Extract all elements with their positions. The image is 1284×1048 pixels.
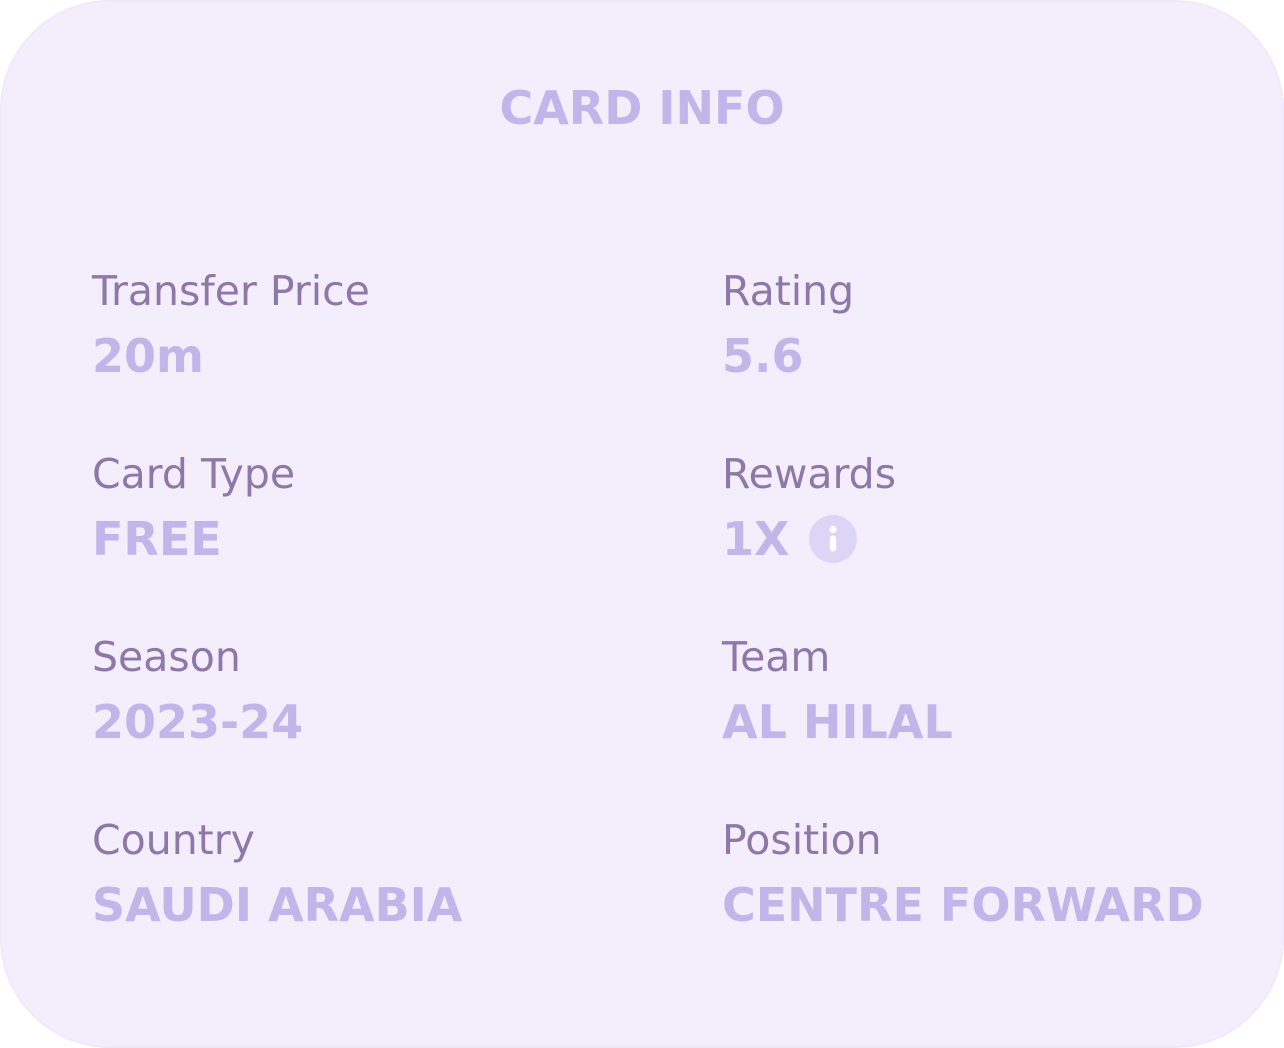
transfer-price-field: Transfer Price 20m (92, 266, 652, 384)
card-title: CARD INFO (499, 81, 785, 135)
rating-field: Rating 5.6 (722, 266, 1282, 384)
country-label: Country (92, 816, 255, 864)
position-value: CENTRE FORWARD (722, 877, 1282, 933)
season-value: 2023-24 (92, 694, 652, 750)
rewards-value-text: 1X (722, 512, 790, 566)
season-value-text: 2023-24 (92, 695, 304, 749)
country-field: Country SAUDI ARABIA (92, 815, 652, 933)
rating-value-text: 5.6 (722, 329, 804, 383)
rating-value: 5.6 (722, 328, 1282, 384)
rewards-label: Rewards (722, 450, 897, 498)
country-value: SAUDI ARABIA (92, 877, 652, 933)
transfer-price-label: Transfer Price (92, 267, 370, 315)
info-icon[interactable] (809, 515, 858, 563)
card-type-field: Card Type FREE (92, 449, 652, 567)
team-value: AL HILAL (722, 694, 1282, 750)
card-type-value-text: FREE (92, 512, 222, 566)
card-info-panel: CARD INFO Transfer Price 20m Rating 5.6 … (0, 0, 1284, 1048)
rewards-field: Rewards 1X (722, 449, 1282, 567)
position-label: Position (722, 816, 882, 864)
season-field: Season 2023-24 (92, 632, 652, 750)
position-value-text: CENTRE FORWARD (722, 878, 1204, 932)
card-type-value: FREE (92, 511, 652, 567)
country-value-text: SAUDI ARABIA (92, 878, 463, 932)
card-type-label: Card Type (92, 450, 296, 498)
team-label: Team (722, 633, 831, 681)
transfer-price-value: 20m (92, 328, 652, 384)
transfer-price-value-text: 20m (92, 329, 204, 383)
rewards-value: 1X (722, 511, 1282, 567)
position-field: Position CENTRE FORWARD (722, 815, 1282, 933)
rating-label: Rating (722, 267, 855, 315)
season-label: Season (92, 633, 241, 681)
team-value-text: AL HILAL (722, 695, 953, 749)
team-field: Team AL HILAL (722, 632, 1282, 750)
